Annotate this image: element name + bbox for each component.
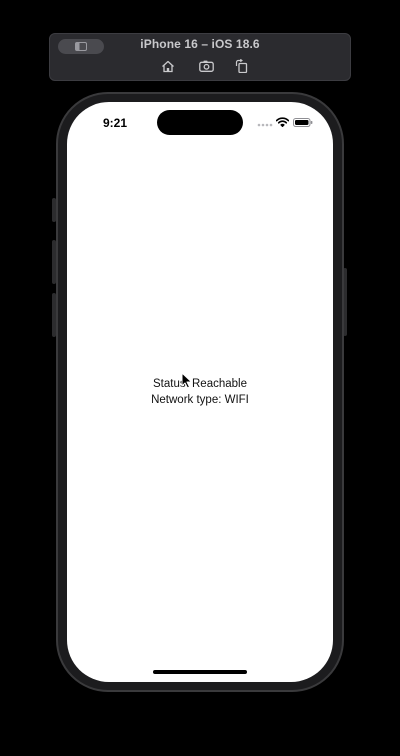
rotate-button[interactable] [232, 58, 250, 74]
reachability-info: Status: Reachable Network type: WIFI [67, 376, 333, 408]
wifi-icon [276, 117, 289, 127]
status-bar-time: 9:21 [103, 116, 128, 130]
status-label: Status: Reachable [153, 378, 247, 390]
battery-icon [293, 118, 313, 127]
rotate-icon [235, 59, 247, 73]
device-screen: 9:21 Status: Reachable Network type: WIF… [67, 102, 333, 682]
home-button[interactable] [159, 58, 177, 74]
screenshot-icon [198, 60, 214, 72]
mouse-cursor-icon [181, 372, 192, 389]
home-icon [162, 60, 174, 72]
dynamic-island [157, 110, 243, 135]
simulator-toolbar: iPhone 16 – iOS 18.6 [49, 33, 351, 81]
screenshot-button[interactable] [197, 58, 215, 74]
network-type-label: Network type: WIFI [151, 394, 249, 406]
home-indicator[interactable] [153, 670, 247, 674]
simulator-title: iPhone 16 – iOS 18.6 [140, 37, 260, 51]
simulator-window: iPhone 16 – iOS 18.6 9:21 Status: Reacha… [0, 0, 400, 756]
cellular-signal-icon [257, 123, 273, 127]
